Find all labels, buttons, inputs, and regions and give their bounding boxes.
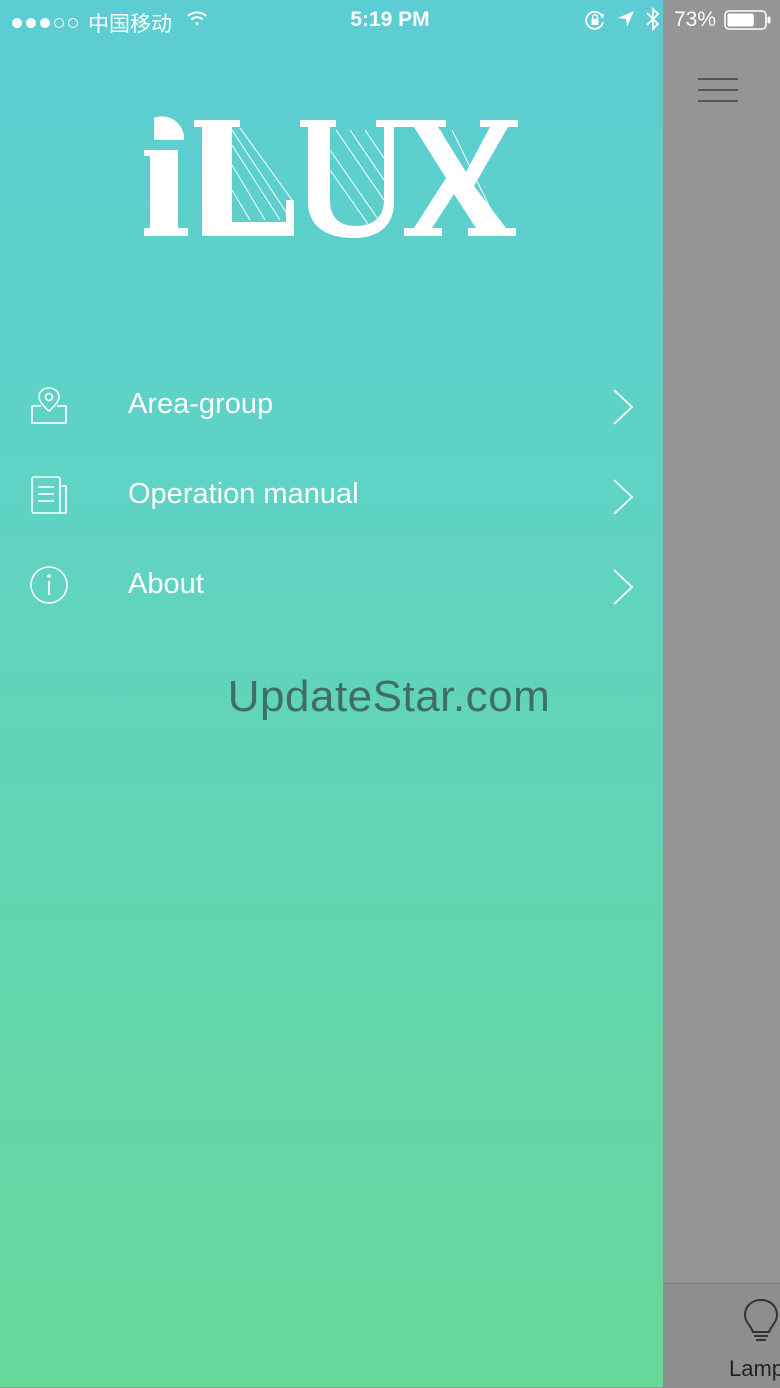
menu-item-label: About: [128, 568, 204, 600]
hamburger-icon[interactable]: [698, 76, 740, 106]
bluetooth-icon: [646, 6, 660, 32]
tab-bar: Lamp: [663, 1283, 780, 1388]
document-icon: [31, 476, 67, 514]
menu-item-area-group[interactable]: Area-group: [0, 360, 663, 450]
location-pin-icon: [31, 387, 67, 424]
watermark-text: UpdateStar.com: [227, 672, 551, 721]
battery-percent: 73%: [674, 8, 717, 31]
lightbulb-icon: [743, 1298, 779, 1341]
tab-lamp-label[interactable]: Lamp: [729, 1356, 780, 1382]
info-icon: [30, 566, 68, 604]
menu-item-operation-manual[interactable]: Operation manual: [0, 450, 663, 540]
app-logo: [144, 116, 518, 238]
status-bar: 中国移动 5:19 PM 73%: [0, 0, 780, 40]
drawer-menu: Area-group Operation manual About: [0, 360, 663, 630]
location-icon: [618, 11, 634, 27]
battery-icon: [724, 10, 771, 30]
watermark: UpdateStar.com: [0, 672, 780, 722]
rotation-lock-icon: [585, 10, 604, 30]
chevron-right-icon: [613, 389, 634, 425]
menu-item-label: Area-group: [128, 388, 274, 420]
menu-item-label: Operation manual: [128, 478, 359, 510]
status-time: 5:19 PM: [350, 8, 430, 31]
menu-item-about[interactable]: About: [0, 540, 663, 630]
chevron-right-icon: [613, 569, 634, 605]
chevron-right-icon: [613, 479, 634, 515]
